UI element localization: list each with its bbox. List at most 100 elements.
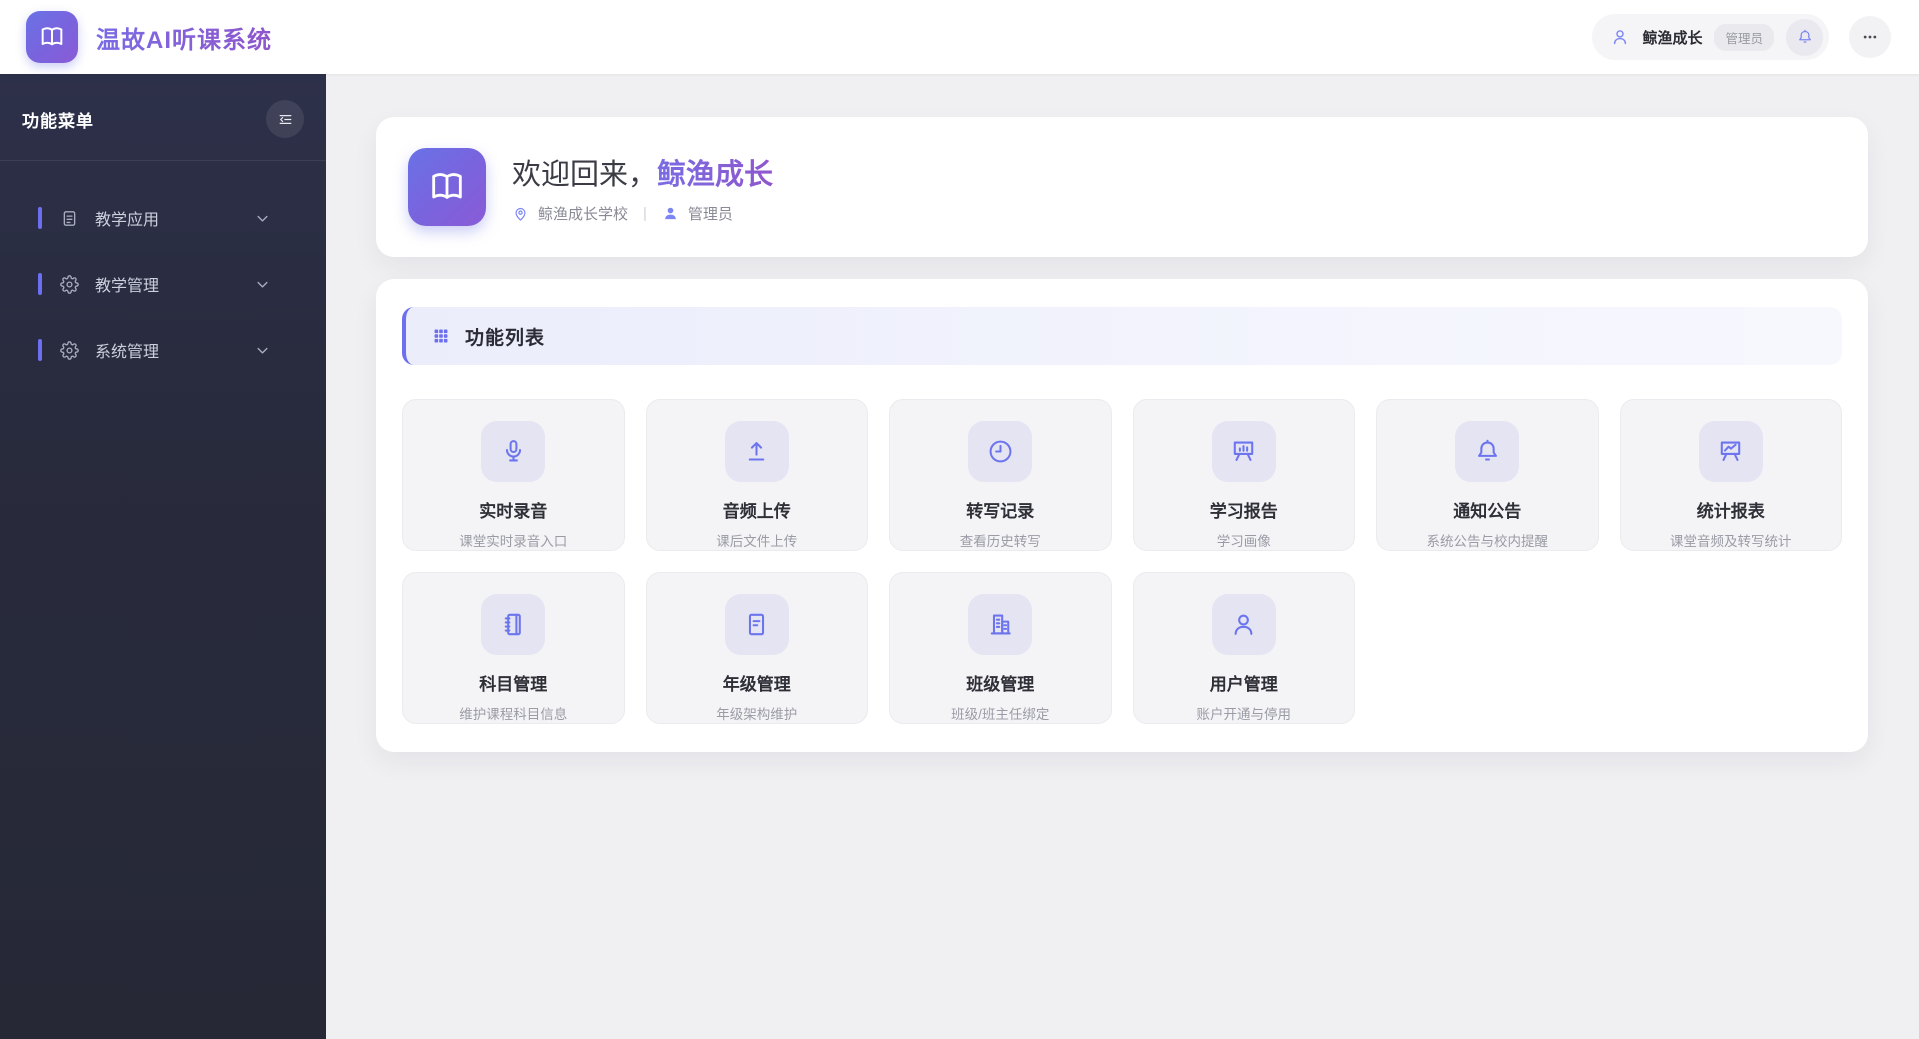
function-card-3[interactable]: 学习报告 学习画像 [1132,399,1355,551]
ellipsis-icon [1860,27,1880,47]
sidebar-item-0[interactable]: 教学应用 [0,195,326,241]
chevron-down-icon [253,341,272,360]
notifications-button[interactable] [1786,18,1823,56]
more-options-button[interactable] [1849,16,1891,58]
gear-icon [60,340,79,360]
function-card-subtitle: 查看历史转写 [959,534,1041,549]
function-card-6[interactable]: 科目管理 维护课程科目信息 [402,572,625,724]
function-card-title: 学习报告 [1209,502,1278,521]
presentation-chart-icon [1716,437,1745,466]
function-icon-box [1455,421,1520,482]
function-card-4[interactable]: 通知公告 系统公告与校内提醒 [1376,399,1599,551]
document-lines-icon [742,610,771,639]
user-outline-icon [1610,27,1630,47]
open-book-icon [38,23,66,51]
function-card-subtitle: 学习画像 [1216,534,1271,549]
function-card-title: 统计报表 [1696,502,1765,521]
welcome-greeting: 欢迎回来， 鲸渔成长 [512,151,773,193]
function-list-header: 功能列表 [402,307,1842,365]
function-icon-box [1211,421,1276,482]
function-card-subtitle: 账户开通与停用 [1196,707,1292,722]
function-card-title: 音频上传 [722,502,791,521]
greeting-prefix: 欢迎回来， [512,158,658,191]
menu-accent-bar [38,273,42,295]
function-icon-box [1698,421,1763,482]
user-filled-icon [662,205,679,222]
function-card-subtitle: 维护课程科目信息 [459,707,568,722]
user-icon [1229,610,1258,639]
sidebar-title: 功能菜单 [22,111,94,131]
open-book-icon [427,167,467,207]
function-icon-box [481,594,546,655]
function-card-subtitle: 系统公告与校内提醒 [1426,534,1549,549]
menu-item-label: 系统管理 [95,344,160,361]
sidebar: 功能菜单 教学应用 教学管理 系统管理 [0,74,326,1039]
function-card-5[interactable]: 统计报表 课堂音频及转写统计 [1619,399,1842,551]
meta-divider: | [643,204,647,222]
user-name: 鲸渔成长 [1642,29,1703,47]
function-card-0[interactable]: 实时录音 课堂实时录音入口 [402,399,625,551]
function-card-subtitle: 课后文件上传 [716,534,798,549]
bell-icon [1796,28,1814,46]
function-icon-box [481,421,546,482]
function-icon-box [724,421,789,482]
presentation-bars-icon [1229,437,1258,466]
clock-icon [986,437,1015,466]
sidebar-item-1[interactable]: 教学管理 [0,261,326,307]
app-logo [26,11,78,63]
menu-accent-bar [38,207,42,229]
welcome-text: 欢迎回来， 鲸渔成长 鲸渔成长学校 | 管理员 [512,151,773,224]
header-actions: 鲸渔成长 管理员 [1592,14,1891,60]
function-card-subtitle: 班级/班主任绑定 [951,707,1050,722]
function-card-1[interactable]: 音频上传 课后文件上传 [645,399,868,551]
sidebar-item-2[interactable]: 系统管理 [0,327,326,373]
function-card-9[interactable]: 用户管理 账户开通与停用 [1132,572,1355,724]
function-card-subtitle: 课堂音频及转写统计 [1670,534,1792,549]
grid-icon [432,327,450,345]
notebook-icon [499,610,528,639]
sidebar-header: 功能菜单 [0,74,326,160]
function-card-title: 实时录音 [479,502,548,521]
user-role: 管理员 [687,205,733,223]
function-icon-box [968,421,1033,482]
welcome-card: 欢迎回来， 鲸渔成长 鲸渔成长学校 | 管理员 [376,117,1868,257]
header-brand: 温故AI听课系统 [26,11,272,63]
bell-icon [1473,437,1502,466]
chevron-down-icon [253,209,272,228]
function-card-7[interactable]: 年级管理 年级架构维护 [645,572,868,724]
function-card-subtitle: 课堂实时录音入口 [459,534,568,549]
function-grid: 实时录音 课堂实时录音入口 音频上传 课后文件上传 转写记录 查看历史转写 学习… [402,399,1842,724]
document-icon [60,209,79,228]
location-pin-icon [512,205,529,222]
function-icon-box [1211,594,1276,655]
main-content: 欢迎回来， 鲸渔成长 鲸渔成长学校 | 管理员 功能列表 实时录音 课堂实时录音… [326,74,1919,1039]
user-menu[interactable]: 鲸渔成长 管理员 [1592,14,1829,60]
collapse-menu-button[interactable] [266,100,304,138]
function-icon-box [724,594,789,655]
school-name: 鲸渔成长学校 [538,205,629,223]
menu-item-label: 教学应用 [95,212,160,229]
function-card-title: 年级管理 [722,675,791,694]
menu-accent-bar [38,339,42,361]
gear-icon [60,274,79,294]
welcome-logo [408,148,486,226]
menu-fold-icon [277,111,294,128]
role-badge: 管理员 [1714,23,1774,51]
welcome-meta: 鲸渔成长学校 | 管理员 [512,203,773,224]
function-list-panel: 功能列表 实时录音 课堂实时录音入口 音频上传 课后文件上传 转写记录 查看历史… [376,279,1868,752]
greeting-user-name: 鲸渔成长 [657,151,773,193]
function-card-title: 用户管理 [1209,675,1278,694]
function-list-title: 功能列表 [465,327,546,349]
function-card-title: 班级管理 [966,675,1035,694]
chevron-down-icon [253,275,272,294]
building-icon [986,610,1015,639]
function-card-title: 科目管理 [479,675,548,694]
function-card-8[interactable]: 班级管理 班级/班主任绑定 [889,572,1112,724]
sidebar-menu: 教学应用 教学管理 系统管理 [0,161,326,373]
function-card-2[interactable]: 转写记录 查看历史转写 [889,399,1112,551]
app-header: 温故AI听课系统 鲸渔成长 管理员 [0,0,1919,74]
function-card-title: 通知公告 [1453,502,1522,521]
function-icon-box [968,594,1033,655]
function-card-title: 转写记录 [966,502,1035,521]
upload-icon [742,437,771,466]
